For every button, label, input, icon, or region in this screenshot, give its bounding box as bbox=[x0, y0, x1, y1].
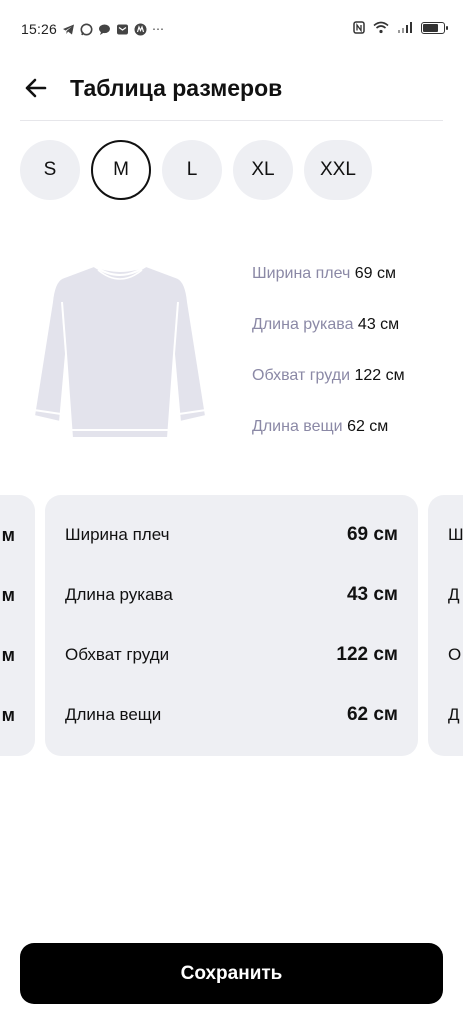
size-selector: S M L XL XXL bbox=[20, 140, 372, 202]
page-title: Таблица размеров bbox=[70, 75, 283, 101]
save-button[interactable]: Сохранить bbox=[20, 943, 443, 1004]
card-label: Длина рукава bbox=[65, 585, 173, 604]
card-row-shoulder-width: Ширина плеч 69 см bbox=[65, 524, 398, 545]
size-card-previous[interactable]: м м м м bbox=[0, 495, 35, 756]
size-card-next[interactable]: Ш Д О Д bbox=[428, 495, 463, 756]
mail-icon bbox=[117, 24, 128, 34]
measure-value: 62 см bbox=[347, 418, 389, 435]
card-row-chest-girth: Обхват груди 122 см bbox=[65, 644, 398, 665]
battery-icon bbox=[421, 21, 448, 34]
wifi-icon bbox=[373, 21, 389, 34]
card-row-item-length: Длина вещи 62 см bbox=[65, 704, 398, 725]
status-bar: 15:26 ⋯ bbox=[0, 0, 463, 60]
measure-label: Длина вещи bbox=[252, 418, 348, 435]
status-time: 15:26 bbox=[21, 21, 58, 37]
card-row-sleeve-length: Длина рукава 43 см bbox=[65, 584, 398, 605]
notification-icons: ⋯ bbox=[62, 21, 164, 37]
measure-label: Обхват груди bbox=[252, 367, 355, 384]
card-value-fragment: м bbox=[1, 585, 15, 605]
arrow-left-icon bbox=[25, 78, 47, 98]
system-icons bbox=[353, 21, 448, 34]
whatsapp-icon bbox=[80, 23, 93, 35]
card-label: Длина вещи bbox=[65, 705, 162, 724]
measure-shoulder-width: Ширина плеч 69 см bbox=[252, 265, 405, 316]
measure-value: 43 см bbox=[357, 316, 400, 333]
card-value-fragment: м bbox=[1, 645, 15, 665]
battery-level bbox=[423, 23, 438, 32]
size-chip-xl[interactable]: XL bbox=[233, 140, 293, 200]
size-chip-s[interactable]: S bbox=[20, 140, 80, 200]
app-icon bbox=[134, 23, 147, 35]
card-value: 69 см bbox=[346, 524, 398, 545]
size-chip-m[interactable]: M bbox=[91, 140, 151, 200]
card-value: 43 см bbox=[346, 584, 398, 605]
size-cards-carousel[interactable]: м м м м Ширина плеч 69 см Длина рукава 4… bbox=[0, 495, 463, 757]
card-label-fragment: Ш bbox=[448, 525, 463, 544]
back-button[interactable] bbox=[20, 72, 52, 104]
measure-item-length: Длина вещи 62 см bbox=[252, 418, 405, 469]
signal-icon bbox=[398, 22, 412, 33]
header-divider bbox=[20, 120, 443, 121]
card-label-fragment: Д bbox=[448, 705, 460, 724]
measurement-list: Ширина плеч 69 см Длина рукава 43 см Обх… bbox=[252, 265, 405, 469]
card-value-fragment: м bbox=[1, 525, 15, 545]
sweatshirt-illustration bbox=[32, 264, 208, 439]
card-value-fragment: м bbox=[1, 705, 15, 725]
size-chip-xxl[interactable]: XXL bbox=[304, 140, 372, 200]
size-card-current[interactable]: Ширина плеч 69 см Длина рукава 43 см Обх… bbox=[45, 495, 418, 756]
card-label-fragment: О bbox=[448, 645, 462, 664]
measure-value: 69 см bbox=[354, 265, 397, 282]
message-icon bbox=[99, 24, 110, 35]
card-value: 62 см bbox=[346, 704, 398, 725]
more-icon: ⋯ bbox=[152, 22, 164, 36]
measure-label: Ширина плеч bbox=[252, 265, 355, 282]
measure-sleeve-length: Длина рукава 43 см bbox=[252, 316, 405, 367]
card-label: Обхват груди bbox=[65, 645, 170, 664]
card-label: Ширина плеч bbox=[65, 525, 170, 544]
measure-value: 122 см bbox=[354, 367, 405, 384]
size-chip-l[interactable]: L bbox=[162, 140, 222, 200]
card-label-fragment: Д bbox=[448, 585, 460, 604]
measure-chest-girth: Обхват груди 122 см bbox=[252, 367, 405, 418]
telegram-icon bbox=[63, 24, 74, 34]
measure-label: Длина рукава bbox=[252, 316, 358, 333]
header: Таблица размеров bbox=[0, 60, 463, 120]
nfc-icon bbox=[353, 21, 365, 34]
card-value: 122 см bbox=[336, 644, 398, 665]
